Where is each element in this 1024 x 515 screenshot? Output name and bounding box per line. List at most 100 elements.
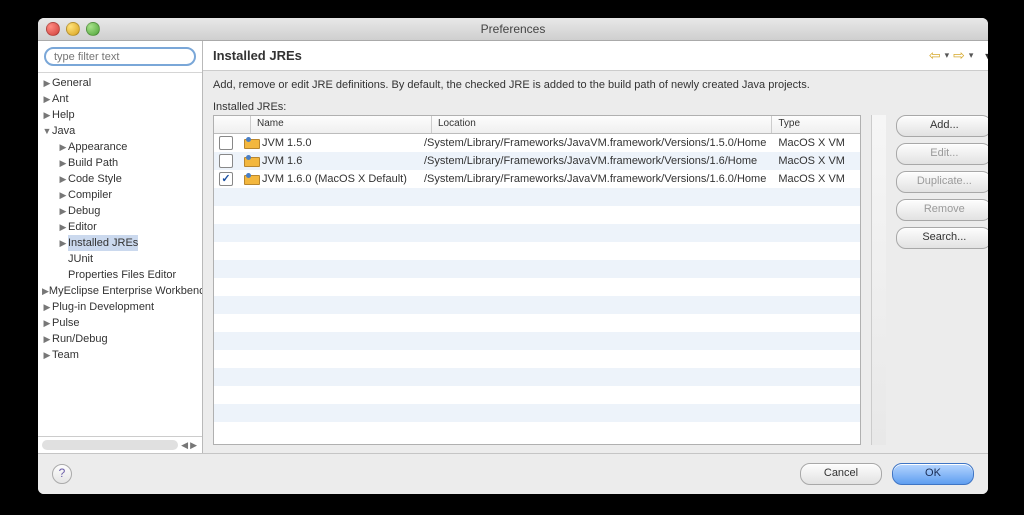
history-nav: ⇦▾ ⇨▾ ▼	[929, 47, 988, 64]
tree-item[interactable]: ▶Debug	[38, 203, 202, 219]
tree-item-label: Code Style	[68, 171, 122, 187]
disclosure-closed-icon[interactable]: ▶	[42, 315, 52, 331]
tree-item-label: Installed JREs	[68, 235, 138, 251]
search-button[interactable]: Search...	[896, 227, 988, 249]
col-checked[interactable]	[214, 116, 251, 133]
tree-item-label: Team	[52, 347, 79, 363]
duplicate-button[interactable]: Duplicate...	[896, 171, 988, 193]
forward-menu-icon[interactable]: ▾	[969, 50, 974, 61]
back-menu-icon[interactable]: ▾	[945, 50, 950, 61]
disclosure-closed-icon[interactable]: ▶	[42, 299, 52, 315]
content: Installed JREs ⇦▾ ⇨▾ ▼ Add, remove or ed…	[203, 41, 988, 453]
tree-item[interactable]: JUnit	[38, 251, 202, 267]
table-row[interactable]: JVM 1.6/System/Library/Frameworks/JavaVM…	[214, 152, 860, 170]
remove-button[interactable]: Remove	[896, 199, 988, 221]
disclosure-closed-icon[interactable]: ▶	[58, 235, 68, 251]
jre-icon	[244, 173, 258, 185]
tree-item[interactable]: ▶Compiler	[38, 187, 202, 203]
tree-item[interactable]: ▶General	[38, 75, 202, 91]
jre-type: MacOS X VM	[772, 173, 860, 185]
disclosure-closed-icon[interactable]: ▶	[42, 331, 52, 347]
tree-item-label: Run/Debug	[52, 331, 108, 347]
side-buttons: Add... Edit... Duplicate... Remove Searc…	[896, 115, 988, 445]
disclosure-closed-icon[interactable]: ▶	[42, 347, 52, 363]
disclosure-closed-icon[interactable]: ▶	[42, 91, 52, 107]
tree-item[interactable]: ▶Run/Debug	[38, 331, 202, 347]
content-header: Installed JREs ⇦▾ ⇨▾ ▼	[203, 41, 988, 71]
tree-item[interactable]: ▶Plug-in Development	[38, 299, 202, 315]
tree-item[interactable]: ▶Code Style	[38, 171, 202, 187]
tree-item[interactable]: Properties Files Editor	[38, 267, 202, 283]
tree-item-label: MyEclipse Enterprise Workbench	[49, 283, 202, 299]
tree-item[interactable]: ▶Installed JREs	[38, 235, 202, 251]
filter-wrap	[38, 41, 202, 73]
jre-checkbox[interactable]	[219, 136, 233, 150]
table-label: Installed JREs:	[213, 101, 988, 113]
tree-item[interactable]: ▶Team	[38, 347, 202, 363]
table-header: Name Location Type	[214, 116, 860, 134]
tree-item-label: Plug-in Development	[52, 299, 154, 315]
jre-type: MacOS X VM	[772, 137, 860, 149]
col-name[interactable]: Name	[251, 116, 432, 133]
filter-input[interactable]	[44, 47, 196, 66]
disclosure-closed-icon[interactable]: ▶	[42, 107, 52, 123]
disclosure-closed-icon[interactable]: ▶	[42, 75, 52, 91]
table-body: JVM 1.5.0/System/Library/Frameworks/Java…	[214, 134, 860, 444]
tree-item-label: JUnit	[68, 251, 93, 267]
tree-item[interactable]: ▶Appearance	[38, 139, 202, 155]
disclosure-closed-icon[interactable]: ▶	[58, 219, 68, 235]
tree-item-label: Java	[52, 123, 75, 139]
jre-checkbox[interactable]	[219, 172, 233, 186]
jre-type: MacOS X VM	[772, 155, 860, 167]
table-row[interactable]: JVM 1.5.0/System/Library/Frameworks/Java…	[214, 134, 860, 152]
titlebar: Preferences	[38, 18, 988, 41]
add-button[interactable]: Add...	[896, 115, 988, 137]
table-area: Name Location Type JVM 1.5.0/System/Libr…	[213, 115, 988, 445]
tree-item[interactable]: ▶Ant	[38, 91, 202, 107]
preference-tree[interactable]: ▶General▶Ant▶Help▼Java▶Appearance▶Build …	[38, 73, 202, 436]
tree-item-label: Ant	[52, 91, 69, 107]
tree-item-label: Debug	[68, 203, 100, 219]
jre-checkbox[interactable]	[219, 154, 233, 168]
disclosure-closed-icon[interactable]: ▶	[58, 155, 68, 171]
ok-button[interactable]: OK	[892, 463, 974, 485]
disclosure-closed-icon[interactable]: ▶	[58, 139, 68, 155]
edit-button[interactable]: Edit...	[896, 143, 988, 165]
window-title: Preferences	[38, 22, 988, 36]
page-title: Installed JREs	[213, 48, 929, 63]
jre-name: JVM 1.6	[238, 155, 418, 167]
col-location[interactable]: Location	[432, 116, 772, 133]
body: ▶General▶Ant▶Help▼Java▶Appearance▶Build …	[38, 41, 988, 453]
sidebar: ▶General▶Ant▶Help▼Java▶Appearance▶Build …	[38, 41, 203, 453]
tree-item-label: Properties Files Editor	[68, 267, 176, 283]
tree-item[interactable]: ▶Editor	[38, 219, 202, 235]
sidebar-hscroll[interactable]: ◀▶	[38, 436, 202, 453]
forward-icon[interactable]: ⇨	[953, 47, 965, 64]
help-icon[interactable]: ?	[52, 464, 72, 484]
preferences-window: Preferences ▶General▶Ant▶Help▼Java▶Appea…	[38, 18, 988, 494]
content-body: Add, remove or edit JRE definitions. By …	[203, 71, 988, 453]
jre-location: /System/Library/Frameworks/JavaVM.framew…	[418, 155, 772, 167]
disclosure-closed-icon[interactable]: ▶	[58, 203, 68, 219]
view-menu-icon[interactable]: ▼	[983, 51, 988, 61]
jre-name: JVM 1.6.0 (MacOS X Default)	[238, 173, 418, 185]
disclosure-open-icon[interactable]: ▼	[42, 123, 52, 139]
disclosure-closed-icon[interactable]: ▶	[58, 187, 68, 203]
tree-item[interactable]: ▶Pulse	[38, 315, 202, 331]
col-type[interactable]: Type	[772, 116, 860, 133]
disclosure-closed-icon[interactable]: ▶	[58, 171, 68, 187]
tree-item[interactable]: ▼Java	[38, 123, 202, 139]
jre-location: /System/Library/Frameworks/JavaVM.framew…	[418, 137, 772, 149]
back-icon[interactable]: ⇦	[929, 47, 941, 64]
disclosure-closed-icon[interactable]: ▶	[42, 283, 49, 299]
footer: ? Cancel OK	[38, 453, 988, 494]
tree-item[interactable]: ▶Help	[38, 107, 202, 123]
tree-item-label: Build Path	[68, 155, 118, 171]
jre-icon	[244, 155, 258, 167]
table-vscroll[interactable]	[871, 115, 886, 445]
tree-item[interactable]: ▶MyEclipse Enterprise Workbench	[38, 283, 202, 299]
tree-item[interactable]: ▶Build Path	[38, 155, 202, 171]
cancel-button[interactable]: Cancel	[800, 463, 882, 485]
table-row[interactable]: JVM 1.6.0 (MacOS X Default)/System/Libra…	[214, 170, 860, 188]
jre-table[interactable]: Name Location Type JVM 1.5.0/System/Libr…	[213, 115, 861, 445]
